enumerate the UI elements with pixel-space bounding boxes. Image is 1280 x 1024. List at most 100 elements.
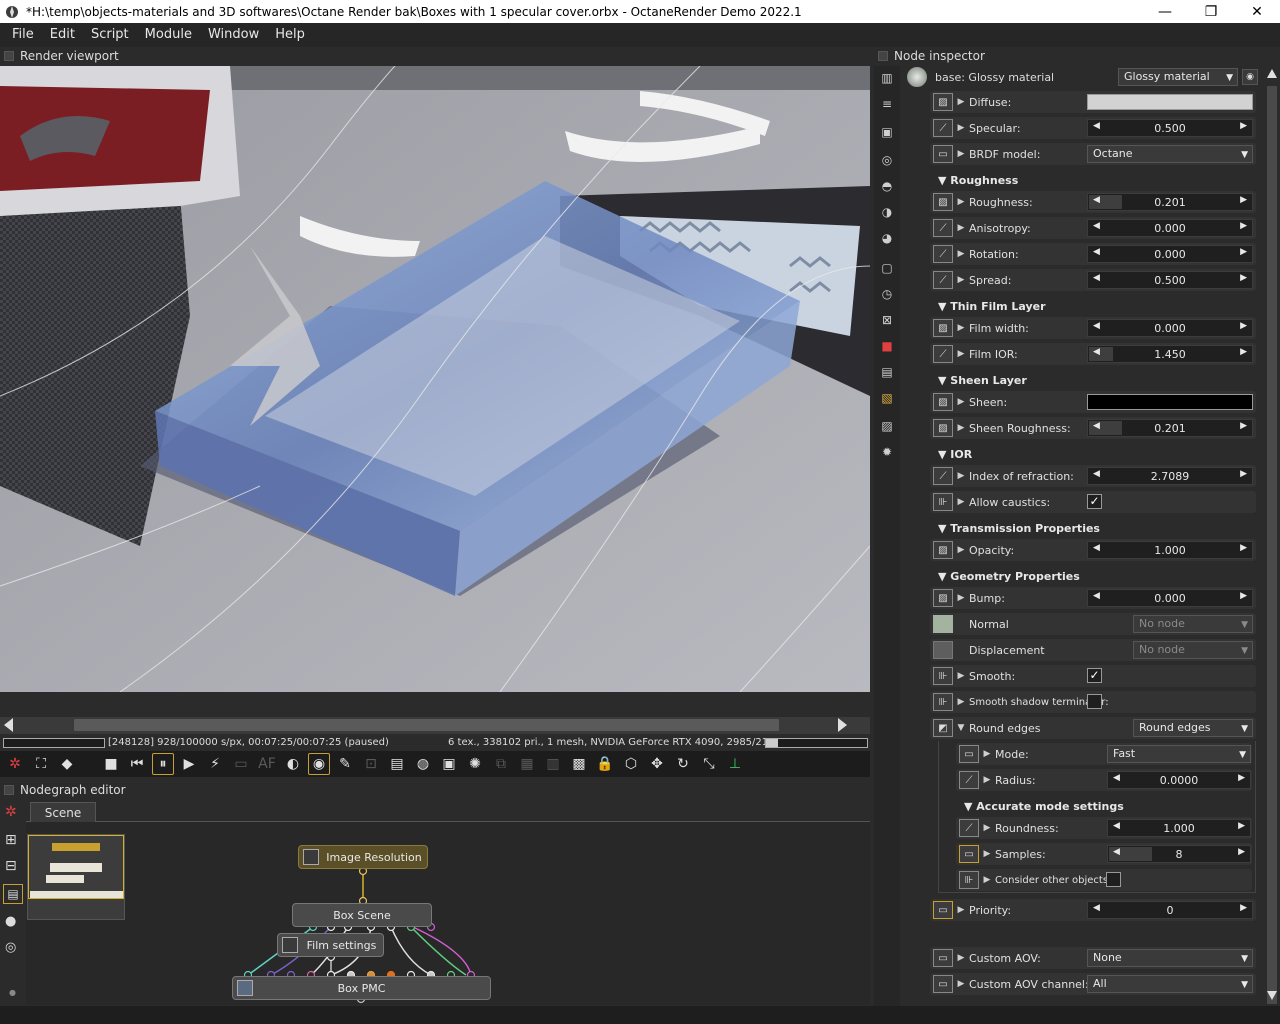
expand-icon[interactable]: ▶ (953, 545, 969, 555)
float-pin-icon[interactable]: ⟋ (959, 771, 979, 789)
anisotropy-slider[interactable]: ◀ 0.000 ▶ (1087, 219, 1253, 237)
consider-other-objects-checkbox[interactable] (1106, 872, 1121, 887)
expand-icon[interactable]: ▶ (953, 905, 969, 915)
scroll-left-icon[interactable] (4, 718, 13, 732)
expand-icon[interactable]: ▶ (953, 953, 969, 963)
expand-icon[interactable]: ▶ (979, 775, 995, 785)
increment-arrow-icon[interactable]: ▶ (1238, 821, 1245, 831)
mesh-icon[interactable]: ▧ (879, 390, 895, 406)
pause-render-icon[interactable]: ⏸ (152, 753, 174, 775)
brdf-model-dropdown[interactable]: Octane ▼ (1087, 145, 1253, 163)
displacement-node-dropdown[interactable]: No node ▼ (1133, 641, 1253, 659)
panel-pin-icon[interactable] (4, 51, 14, 61)
scroll-down-icon[interactable] (1267, 991, 1277, 1000)
expand-icon[interactable]: ▶ (953, 323, 969, 333)
environment-icon[interactable]: ◓ (879, 178, 895, 194)
nodegraph-minimap[interactable] (27, 834, 125, 920)
camera-icon[interactable]: ◎ (879, 152, 895, 168)
expand-icon[interactable]: ▶ (979, 875, 995, 885)
add-node-icon[interactable]: ⊞ (5, 832, 17, 848)
expand-icon[interactable]: ▶ (953, 471, 969, 481)
inspector-vscrollbar[interactable] (1264, 66, 1280, 1006)
lock-resolution-icon[interactable]: ▣ (438, 753, 460, 775)
displacement-pin-icon[interactable] (933, 641, 953, 659)
node-type-dropdown[interactable]: Glossy material ▼ (1118, 68, 1238, 86)
expand-icon[interactable]: ▶ (953, 593, 969, 603)
int-pin-icon[interactable]: ▭ (933, 901, 953, 919)
texture-pin-icon[interactable]: ▨ (933, 589, 953, 607)
increment-arrow-icon[interactable]: ▶ (1240, 543, 1247, 553)
render-viewport[interactable] (0, 66, 870, 692)
node-film-settings[interactable]: Film settings (277, 933, 384, 957)
expand-icon[interactable]: ▶ (979, 749, 995, 759)
minimize-button[interactable]: — (1142, 0, 1188, 23)
transform-icon[interactable]: ⊠ (879, 312, 895, 328)
enum-pin-icon[interactable]: ▭ (933, 949, 953, 967)
increment-arrow-icon[interactable]: ▶ (1240, 195, 1247, 205)
section-transmission[interactable]: ▼ Transmission Properties (938, 522, 1100, 538)
expand-icon[interactable]: ▶ (953, 249, 969, 259)
expand-icon[interactable]: ▶ (953, 223, 969, 233)
float-pin-icon[interactable]: ⟋ (933, 271, 953, 289)
clock-icon[interactable]: ◷ (879, 286, 895, 302)
scroll-thumb[interactable] (1267, 86, 1277, 1004)
nodegraph-canvas[interactable]: Image Resolution Box Scene Film settings… (26, 822, 870, 1005)
eye-icon[interactable]: ◉ (1242, 69, 1258, 85)
mode-dropdown[interactable]: Fast ▼ (1107, 745, 1251, 763)
collapse-icon[interactable]: ▼ (953, 723, 969, 733)
bool-pin-icon[interactable]: ⊪ (933, 693, 953, 711)
section-accurate-mode[interactable]: ▼ Accurate mode settings (964, 800, 1124, 816)
film-width-slider[interactable]: ◀ 0.000 ▶ (1087, 319, 1253, 337)
section-ior[interactable]: ▼ IOR (938, 448, 972, 464)
increment-arrow-icon[interactable]: ▶ (1240, 591, 1247, 601)
expand-icon[interactable]: ▶ (953, 497, 969, 507)
expand-icon[interactable]: ▶ (953, 979, 969, 989)
expand-icon[interactable]: ▶ (953, 149, 969, 159)
gizmo-cube-icon[interactable]: ⬡ (620, 753, 642, 775)
octane-logo-icon[interactable]: ✲ (5, 804, 17, 820)
normal-node-dropdown[interactable]: No node ▼ (1133, 615, 1253, 633)
autofocus-icon[interactable]: AF (256, 753, 278, 775)
object-picker-icon[interactable]: ✎ (334, 753, 356, 775)
realtime-lightning-icon[interactable]: ⚡ (204, 753, 226, 775)
material-ball-icon[interactable]: ● (5, 914, 16, 929)
expand-icon[interactable]: ▶ (979, 849, 995, 859)
panel-pin-icon[interactable] (4, 785, 14, 795)
arrange-nodes-icon[interactable]: ⊟ (5, 858, 17, 874)
expand-icon[interactable]: ▶ (953, 97, 969, 107)
viewport-hscrollbar[interactable] (0, 717, 870, 734)
export-passes-icon[interactable]: ▥ (542, 753, 564, 775)
resize-dot-icon[interactable]: ● (9, 988, 16, 997)
minimap-view-rect[interactable] (28, 835, 124, 899)
render-cube-icon[interactable]: ◆ (56, 753, 78, 775)
menu-module[interactable]: Module (137, 23, 200, 47)
menu-script[interactable]: Script (83, 23, 137, 47)
float-pin-icon[interactable]: ⟋ (933, 219, 953, 237)
octane-logo-icon[interactable]: ✲ (4, 753, 26, 775)
viewport-resolution-icon[interactable]: ◍ (412, 753, 434, 775)
allow-caustics-checkbox[interactable]: ✓ (1087, 494, 1102, 509)
light-icon[interactable]: ✹ (879, 444, 895, 460)
section-thin-film[interactable]: ▼ Thin Film Layer (938, 300, 1046, 316)
picture-icon[interactable]: ▨ (879, 418, 895, 434)
material-preview-icon[interactable] (907, 67, 927, 87)
background-image-icon[interactable]: ▩ (568, 753, 590, 775)
close-button[interactable]: ✕ (1234, 0, 1280, 23)
radius-slider[interactable]: ◀ 0.0000 ▶ (1107, 771, 1251, 789)
camera-icon[interactable]: ◎ (5, 940, 16, 955)
normal-pin-icon[interactable] (933, 615, 953, 633)
specular-slider[interactable]: ◀ 0.500 ▶ (1087, 119, 1253, 137)
increment-arrow-icon[interactable]: ▶ (1240, 421, 1247, 431)
white-balance-icon[interactable]: ◐ (282, 753, 304, 775)
increment-arrow-icon[interactable]: ▶ (1240, 469, 1247, 479)
sheen-roughness-slider[interactable]: ◀ 0.201 ▶ (1087, 419, 1253, 437)
expand-icon[interactable]: ▶ (953, 697, 969, 707)
section-roughness[interactable]: ▼ Roughness (938, 174, 1018, 190)
rotate-gizmo-icon[interactable]: ↻ (672, 753, 694, 775)
samples-slider[interactable]: ◀ 8 ▶ (1107, 845, 1251, 863)
expand-icon[interactable]: ▶ (953, 275, 969, 285)
expand-icon[interactable]: ▶ (953, 397, 969, 407)
scale-gizmo-icon[interactable]: ⤡ (698, 753, 720, 775)
red-cube-icon[interactable]: ■ (879, 338, 895, 354)
graph-mode-icon[interactable]: ▤ (3, 884, 23, 904)
